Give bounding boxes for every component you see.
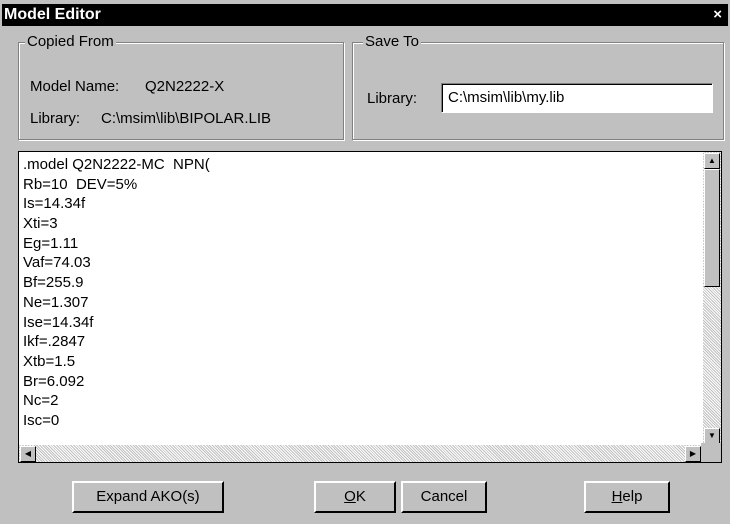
cancel-button[interactable]: Cancel <box>401 481 487 513</box>
vertical-scrollbar[interactable]: ▲ ▼ <box>703 152 721 445</box>
model-text-lines[interactable]: .model Q2N2222-MC NPN(Rb=10 DEV=5% Is=14.… <box>23 155 699 445</box>
save-library-input[interactable] <box>448 89 698 106</box>
window-title: Model Editor <box>4 6 101 23</box>
scroll-left-icon[interactable]: ◀ <box>20 446 36 462</box>
scroll-right-icon[interactable]: ▶ <box>685 446 701 462</box>
help-button[interactable]: Help <box>584 481 670 513</box>
model-text-line[interactable]: Vaf=74.03 <box>23 253 699 273</box>
close-icon[interactable]: × <box>713 4 722 26</box>
model-text-line[interactable]: Ne=1.307 <box>23 293 699 313</box>
model-text-line[interactable]: Xtb=1.5 <box>23 352 699 372</box>
copied-library-label: Library: <box>30 110 81 127</box>
model-text-line[interactable]: Br=6.092 <box>23 372 699 392</box>
model-text-line[interactable]: Is=14.34f <box>23 194 699 214</box>
save-library-label: Library: <box>367 90 418 107</box>
model-text-line[interactable]: Bf=255.9 <box>23 273 699 293</box>
model-text-line[interactable]: Ise=14.34f <box>23 313 699 333</box>
ok-button[interactable]: OK <box>314 481 396 513</box>
scroll-up-icon[interactable]: ▲ <box>704 153 720 169</box>
save-library-field[interactable] <box>441 83 713 113</box>
help-label-rest: elp <box>622 488 643 505</box>
model-text-editor[interactable]: .model Q2N2222-MC NPN(Rb=10 DEV=5% Is=14.… <box>18 151 722 463</box>
model-text-line[interactable]: Eg=1.11 <box>23 234 699 254</box>
expand-ako-button[interactable]: Expand AKO(s) <box>72 481 224 513</box>
help-mnemonic: H <box>611 488 623 505</box>
model-editor-dialog: Model Editor × Copied From Model Name: Q… <box>0 0 730 524</box>
model-text-line[interactable]: Nc=2 <box>23 391 699 411</box>
ok-label-rest: K <box>355 488 366 505</box>
save-to-legend: Save To <box>363 33 421 51</box>
copied-from-group: Copied From Model Name: Q2N2222-X Librar… <box>18 33 344 140</box>
model-text-line[interactable]: Xti=3 <box>23 214 699 234</box>
model-text-line[interactable]: Rb=10 DEV=5% <box>23 175 699 195</box>
ok-mnemonic: O <box>344 488 356 505</box>
scrollbar-corner <box>701 443 721 462</box>
copied-library-value: C:\msim\lib\BIPOLAR.LIB <box>101 110 272 127</box>
title-bar: Model Editor × <box>2 4 728 26</box>
model-text-line[interactable]: .model Q2N2222-MC NPN( <box>23 155 699 175</box>
copied-from-legend: Copied From <box>25 33 116 51</box>
model-text-line[interactable]: Isc=0 <box>23 411 699 431</box>
save-to-group: Save To Library: <box>352 33 724 140</box>
model-name-label: Model Name: <box>30 78 120 95</box>
scroll-down-icon[interactable]: ▼ <box>704 428 720 444</box>
model-name-value: Q2N2222-X <box>145 78 225 95</box>
horizontal-scrollbar[interactable]: ◀ ▶ <box>19 445 703 462</box>
vertical-scroll-thumb[interactable] <box>704 169 720 287</box>
model-text-line[interactable]: Ikf=.2847 <box>23 332 699 352</box>
